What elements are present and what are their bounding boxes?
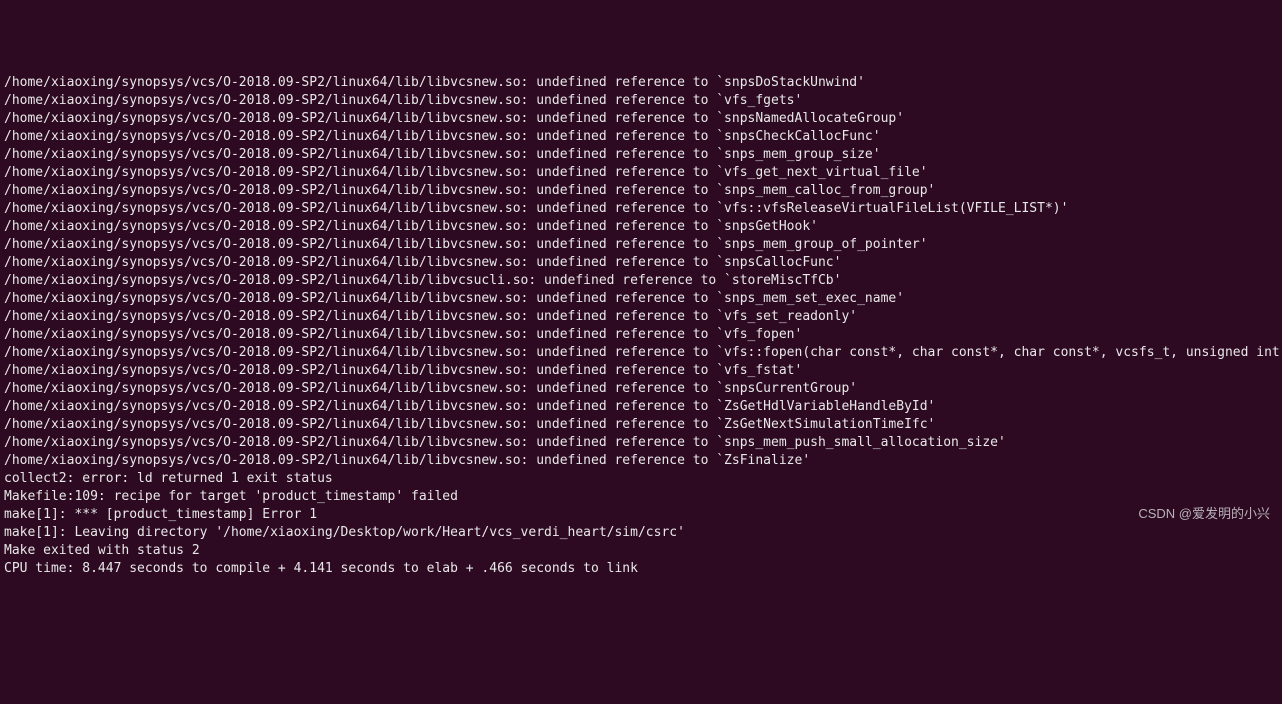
terminal-line: /home/xiaoxing/synopsys/vcs/O-2018.09-SP…	[4, 110, 1278, 128]
terminal-line: /home/xiaoxing/synopsys/vcs/O-2018.09-SP…	[4, 434, 1278, 452]
terminal-line: make[1]: *** [product_timestamp] Error 1	[4, 506, 1278, 524]
terminal-line: /home/xiaoxing/synopsys/vcs/O-2018.09-SP…	[4, 164, 1278, 182]
terminal-line: Makefile:109: recipe for target 'product…	[4, 488, 1278, 506]
terminal-line: /home/xiaoxing/synopsys/vcs/O-2018.09-SP…	[4, 452, 1278, 470]
terminal-line: /home/xiaoxing/synopsys/vcs/O-2018.09-SP…	[4, 200, 1278, 218]
terminal-line: /home/xiaoxing/synopsys/vcs/O-2018.09-SP…	[4, 218, 1278, 236]
terminal-line: collect2: error: ld returned 1 exit stat…	[4, 470, 1278, 488]
terminal-line: /home/xiaoxing/synopsys/vcs/O-2018.09-SP…	[4, 92, 1278, 110]
terminal-line: /home/xiaoxing/synopsys/vcs/O-2018.09-SP…	[4, 362, 1278, 380]
terminal-line: /home/xiaoxing/synopsys/vcs/O-2018.09-SP…	[4, 326, 1278, 344]
terminal-line: /home/xiaoxing/synopsys/vcs/O-2018.09-SP…	[4, 146, 1278, 164]
terminal-line: /home/xiaoxing/synopsys/vcs/O-2018.09-SP…	[4, 182, 1278, 200]
terminal-output[interactable]: /home/xiaoxing/synopsys/vcs/O-2018.09-SP…	[4, 74, 1278, 578]
terminal-line: /home/xiaoxing/synopsys/vcs/O-2018.09-SP…	[4, 236, 1278, 254]
terminal-line: /home/xiaoxing/synopsys/vcs/O-2018.09-SP…	[4, 344, 1278, 362]
watermark-text: CSDN @爱发明的小兴	[1138, 505, 1270, 523]
terminal-line: /home/xiaoxing/synopsys/vcs/O-2018.09-SP…	[4, 308, 1278, 326]
terminal-line: /home/xiaoxing/synopsys/vcs/O-2018.09-SP…	[4, 416, 1278, 434]
terminal-line: /home/xiaoxing/synopsys/vcs/O-2018.09-SP…	[4, 380, 1278, 398]
terminal-line: CPU time: 8.447 seconds to compile + 4.1…	[4, 560, 1278, 578]
terminal-line: /home/xiaoxing/synopsys/vcs/O-2018.09-SP…	[4, 272, 1278, 290]
terminal-line: /home/xiaoxing/synopsys/vcs/O-2018.09-SP…	[4, 290, 1278, 308]
terminal-line: /home/xiaoxing/synopsys/vcs/O-2018.09-SP…	[4, 398, 1278, 416]
terminal-line: Make exited with status 2	[4, 542, 1278, 560]
terminal-line: /home/xiaoxing/synopsys/vcs/O-2018.09-SP…	[4, 74, 1278, 92]
terminal-line: /home/xiaoxing/synopsys/vcs/O-2018.09-SP…	[4, 128, 1278, 146]
terminal-line: /home/xiaoxing/synopsys/vcs/O-2018.09-SP…	[4, 254, 1278, 272]
terminal-line: make[1]: Leaving directory '/home/xiaoxi…	[4, 524, 1278, 542]
